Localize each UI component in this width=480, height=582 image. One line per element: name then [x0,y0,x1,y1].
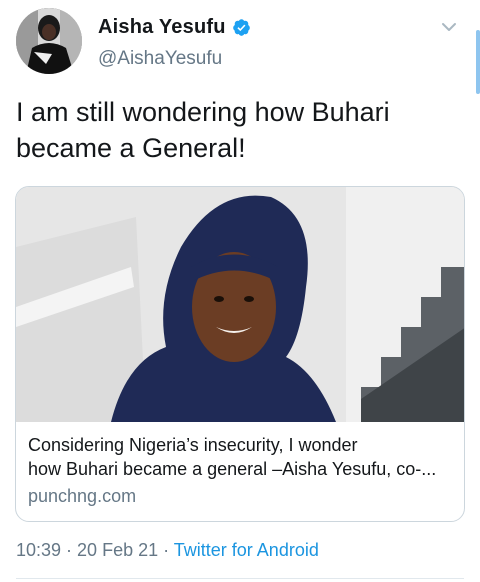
tweet-header: Aisha Yesufu @AishaYesufu [16,8,464,80]
scroll-indicator[interactable] [476,30,480,94]
avatar[interactable] [16,8,82,74]
tweet-text-line: became a General! [16,133,246,163]
divider [16,578,464,579]
meta-separator: · [61,540,78,560]
card-title-line[interactable]: how Buhari became a general –Aisha Yesuf… [28,457,458,481]
tweet-date[interactable]: 20 Feb 21 [77,540,158,560]
verified-badge-icon [232,18,251,37]
tweet-source-link[interactable]: Twitter for Android [174,540,319,560]
card-domain[interactable]: punchng.com [28,483,458,509]
tweet-text-line: I am still wondering how Buhari [16,97,390,127]
tweet-time[interactable]: 10:39 [16,540,61,560]
tweet-text: I am still wondering how Buhari became a… [16,94,466,166]
author-display-name[interactable]: Aisha Yesufu [98,16,226,39]
meta-separator: · [158,540,174,560]
tweet-meta: 10:39 · 20 Feb 21 · Twitter for Android [16,540,319,561]
card-image[interactable] [16,187,464,422]
author-handle[interactable]: @AishaYesufu [98,48,251,70]
link-card[interactable]: Considering Nigeria’s insecurity, I wond… [15,186,465,522]
card-title-line[interactable]: Considering Nigeria’s insecurity, I wond… [28,433,458,457]
chevron-down-icon[interactable] [440,18,458,36]
